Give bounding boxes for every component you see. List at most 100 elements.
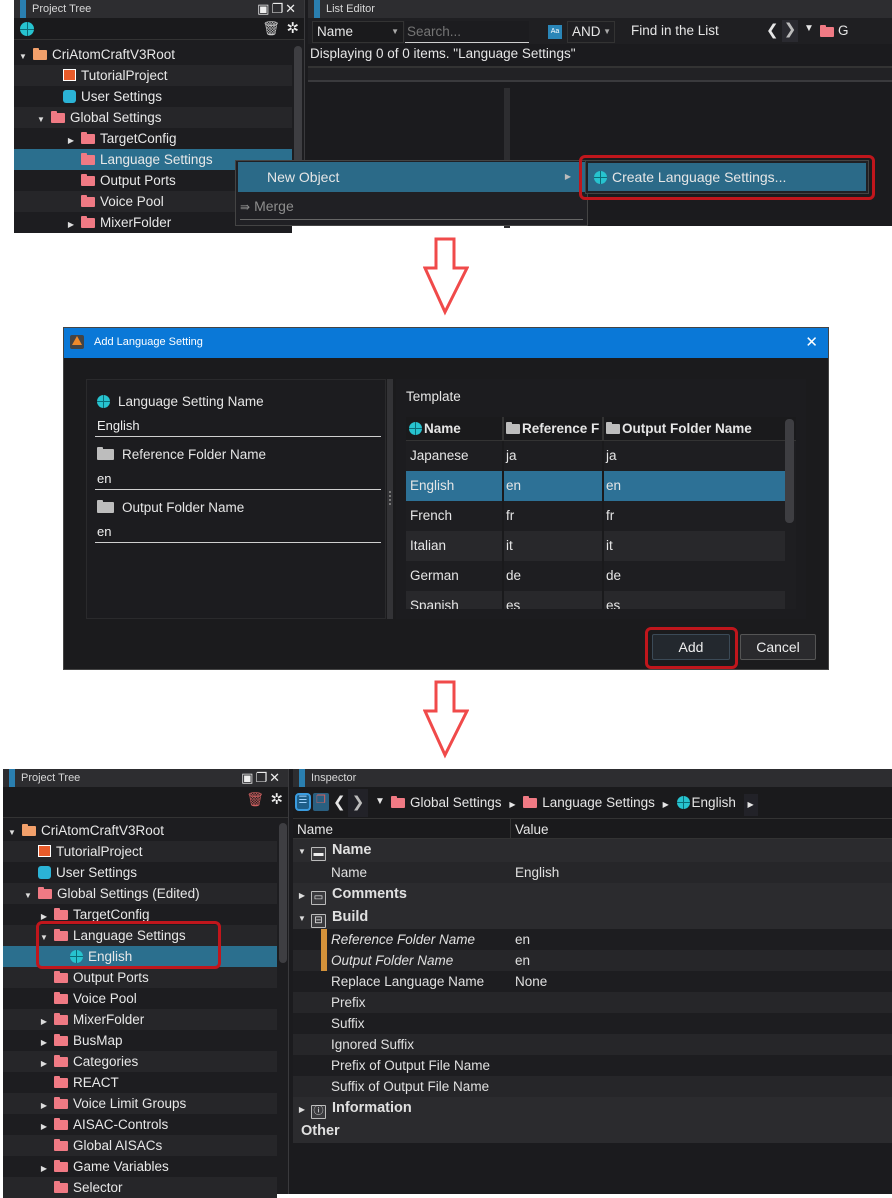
text-input[interactable] [95, 468, 381, 490]
property-value[interactable] [511, 1076, 892, 1097]
lock-icon[interactable]: ▣ [257, 1, 271, 16]
table-row[interactable]: Italian it it [406, 531, 785, 561]
logic-select[interactable]: AND ▼ [567, 21, 615, 43]
property-value[interactable] [511, 1034, 892, 1055]
history-dropdown-icon[interactable]: ▼ [804, 23, 814, 34]
breadcrumb-item[interactable]: Global Settings [391, 795, 502, 810]
expand-right-icon[interactable]: ▶ [297, 884, 307, 907]
tree-item[interactable]: Selector [3, 1177, 277, 1198]
search-input[interactable] [405, 21, 529, 43]
tree-item[interactable]: Global AISACs [3, 1135, 277, 1156]
tree-item[interactable]: TutorialProject [14, 65, 292, 86]
tree-item[interactable]: ▶ Game Variables [3, 1156, 277, 1177]
expand-down-icon[interactable]: ▼ [297, 840, 307, 863]
tree-item[interactable]: User Settings [3, 862, 277, 883]
column-header-name[interactable]: Name [293, 819, 511, 838]
globe-icon[interactable] [20, 22, 34, 36]
expand-down-icon[interactable]: ▼ [18, 46, 28, 67]
tree-item[interactable]: ▶ AISAC-Controls [3, 1114, 277, 1135]
trash-icon[interactable]: 🗑 [262, 20, 280, 37]
trash-icon[interactable]: 🗑 [246, 791, 264, 808]
property-row[interactable]: Name English [293, 862, 892, 883]
expand-down-icon[interactable]: ▼ [297, 907, 307, 930]
close-icon[interactable]: ✕ [805, 333, 818, 351]
forward-arrow-icon[interactable]: ❯ [782, 20, 798, 42]
table-scrollbar[interactable] [785, 419, 794, 523]
property-value[interactable] [511, 1013, 892, 1034]
property-row[interactable]: Output Folder Name en [293, 950, 892, 971]
expand-right-icon[interactable]: ▶ [39, 1116, 49, 1137]
property-group[interactable]: Other [293, 1120, 892, 1143]
tree-scrollbar[interactable] [279, 823, 287, 963]
splitter-handle[interactable] [387, 379, 393, 619]
property-value[interactable]: English [511, 862, 892, 883]
table-row[interactable]: Japanese ja ja [406, 441, 785, 471]
expand-down-icon[interactable]: ▼ [7, 822, 17, 843]
property-row[interactable]: Prefix [293, 992, 892, 1013]
table-row[interactable]: Spanish es es [406, 591, 785, 609]
tree-item[interactable]: ▼ Global Settings (Edited) [3, 883, 277, 904]
back-arrow-icon[interactable]: ❮ [766, 21, 779, 39]
breadcrumb-separator-icon[interactable]: ▶ [743, 794, 758, 816]
property-row[interactable]: Ignored Suffix [293, 1034, 892, 1055]
text-input[interactable] [95, 415, 381, 437]
float-icon[interactable]: ❐ [271, 1, 285, 16]
property-row[interactable]: Prefix of Output File Name [293, 1055, 892, 1076]
tree-item[interactable]: Voice Pool [3, 988, 277, 1009]
expand-right-icon[interactable]: ▶ [297, 1098, 307, 1121]
property-value[interactable]: en [511, 929, 892, 950]
property-row[interactable]: Suffix of Output File Name [293, 1076, 892, 1097]
breadcrumb-item[interactable]: English [676, 795, 736, 810]
back-arrow-icon[interactable]: ❮ [333, 793, 346, 811]
expand-right-icon[interactable]: ▶ [66, 130, 76, 151]
close-icon[interactable]: ✕ [269, 770, 282, 785]
menu-item-new-object[interactable]: New Object ▶ [238, 162, 585, 192]
tree-item[interactable]: ▶ TargetConfig [14, 128, 292, 149]
forward-arrow-icon[interactable]: ❯ [348, 789, 368, 817]
table-row[interactable]: German de de [406, 561, 785, 591]
expand-down-icon[interactable]: ▼ [23, 885, 33, 906]
gear-icon[interactable]: ✲ [270, 790, 283, 808]
close-icon[interactable]: ✕ [285, 1, 298, 16]
tree-item[interactable]: ▼ Global Settings [14, 107, 292, 128]
history-dropdown-icon[interactable]: ▼ [375, 796, 385, 807]
float-icon[interactable]: ❐ [255, 770, 269, 785]
tree-item[interactable]: ▼ CriAtomCraftV3Root [14, 44, 292, 65]
tree-item[interactable]: Output Ports [3, 967, 277, 988]
tree-item[interactable]: ▶ Voice Limit Groups [3, 1093, 277, 1114]
column-header-reference[interactable]: Reference F [504, 417, 604, 440]
expand-down-icon[interactable]: ▼ [36, 109, 46, 130]
tree-item[interactable]: REACT [3, 1072, 277, 1093]
expand-right-icon[interactable]: ▶ [66, 214, 76, 235]
expand-right-icon[interactable]: ▶ [39, 1011, 49, 1032]
column-header-value[interactable]: Value [511, 819, 549, 838]
column-header-output[interactable]: Output Folder Name [604, 417, 796, 440]
property-value[interactable]: None [511, 971, 892, 992]
property-group[interactable]: ▼ ▬ Name [293, 839, 892, 862]
breadcrumb-separator-icon[interactable]: ▶ [663, 800, 669, 809]
table-row[interactable]: French fr fr [406, 501, 785, 531]
property-row[interactable]: Suffix [293, 1013, 892, 1034]
text-input[interactable] [95, 521, 381, 543]
property-group[interactable]: ▼ ⊟ Build [293, 906, 892, 929]
breadcrumb-item[interactable]: G [838, 23, 849, 38]
property-value[interactable] [511, 1055, 892, 1076]
column-select[interactable]: Name ▼ [312, 21, 404, 43]
menu-item-merge[interactable]: ⇛ Merge [236, 193, 587, 219]
property-group[interactable]: ▶ ▭ Comments [293, 883, 892, 906]
tree-item[interactable]: TutorialProject [3, 841, 277, 862]
expand-right-icon[interactable]: ▶ [39, 1032, 49, 1053]
breadcrumb-separator-icon[interactable]: ▶ [509, 800, 515, 809]
tree-item[interactable]: ▶ MixerFolder [3, 1009, 277, 1030]
cancel-button[interactable]: Cancel [740, 634, 816, 660]
breadcrumb-item[interactable]: Language Settings [523, 795, 655, 810]
expand-right-icon[interactable]: ▶ [39, 1095, 49, 1116]
table-row[interactable]: English en en [406, 471, 785, 501]
lock-view-icon[interactable]: ❐ [313, 793, 329, 811]
column-header-name[interactable]: Name [406, 417, 504, 440]
tree-item[interactable]: User Settings [14, 86, 292, 107]
lock-icon[interactable]: ▣ [241, 770, 255, 785]
tree-item[interactable]: ▶ Categories [3, 1051, 277, 1072]
property-row[interactable]: Replace Language Name None [293, 971, 892, 992]
gear-icon[interactable]: ✲ [286, 19, 299, 37]
